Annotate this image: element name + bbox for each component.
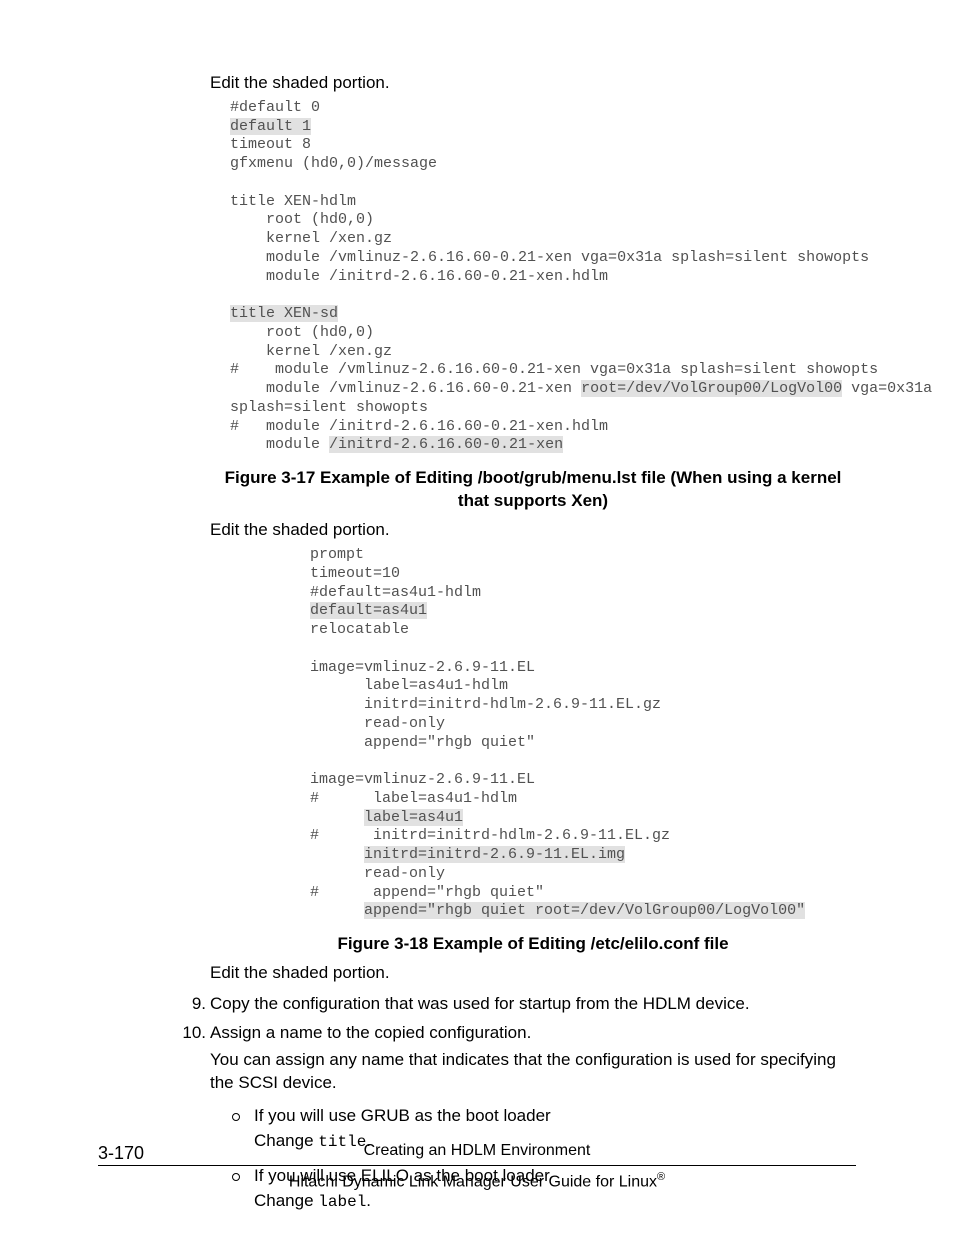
code-line: relocatable: [310, 621, 409, 638]
code-line: splash=silent showopts: [230, 399, 428, 416]
code-line: # module /initrd-2.6.16.60-0.21-xen.hdlm: [230, 418, 608, 435]
figure-caption-3-18: Figure 3-18 Example of Editing /etc/elil…: [210, 933, 856, 956]
code-span-shaded: append="rhgb quiet root=/dev/VolGroup00/…: [364, 902, 805, 919]
code-line: module /vmlinuz-2.6.16.60-0.21-xen vga=0…: [230, 249, 869, 266]
code-line: # module /vmlinuz-2.6.16.60-0.21-xen vga…: [230, 361, 878, 378]
code-line: timeout 8: [230, 136, 311, 153]
code-span-shaded: initrd=initrd-2.6.9-11.EL.img: [364, 846, 625, 863]
code-line-shaded: title XEN-sd: [230, 305, 338, 322]
code-line: read-only: [310, 715, 445, 732]
code-line: module: [230, 436, 329, 453]
code-line: module /vmlinuz-2.6.16.60-0.21-xen: [230, 380, 581, 397]
step-number: 9.: [180, 993, 206, 1016]
code-line: vga=0x31a: [842, 380, 932, 397]
step-text: Copy the configuration that was used for…: [210, 993, 856, 1016]
figure-caption-3-17: Figure 3-17 Example of Editing /boot/gru…: [210, 467, 856, 513]
code-span-shaded: root=/dev/VolGroup00/LogVol00: [581, 380, 842, 397]
code-line: append="rhgb quiet": [310, 734, 535, 751]
code-line: timeout=10: [310, 565, 400, 582]
step-number: 10.: [180, 1022, 206, 1045]
bullet-text: If you will use GRUB as the boot loader: [254, 1105, 856, 1128]
code-line: image=vmlinuz-2.6.9-11.EL: [310, 659, 535, 676]
bullet-pre: Change: [254, 1191, 318, 1210]
code-line: image=vmlinuz-2.6.9-11.EL: [310, 771, 535, 788]
code-line-shaded: default=as4u1: [310, 602, 427, 619]
inline-code-label: label: [318, 1193, 366, 1211]
code-block-grub: #default 0 default 1 timeout 8 gfxmenu (…: [230, 99, 856, 455]
code-line: root (hd0,0): [230, 324, 374, 341]
code-line: gfxmenu (hd0,0)/message: [230, 155, 437, 172]
step-body: Copy the configuration that was used for…: [210, 993, 856, 1016]
footer-line-1: Creating an HDLM Environment: [364, 1142, 591, 1159]
bullet-post: .: [366, 1191, 371, 1210]
code-line: # label=as4u1-hdlm: [310, 790, 517, 807]
code-line: label=as4u1-hdlm: [310, 677, 508, 694]
step-text: Assign a name to the copied configuratio…: [210, 1022, 856, 1045]
registered-mark: ®: [657, 1171, 665, 1183]
intro-text-3: Edit the shaded portion.: [210, 962, 856, 985]
page-footer: Creating an HDLM Environment Hitachi Dyn…: [0, 1140, 954, 1193]
step-9: 9. Copy the configuration that was used …: [180, 993, 856, 1016]
code-line: module /initrd-2.6.16.60-0.21-xen.hdlm: [230, 268, 608, 285]
code-line: [310, 809, 364, 826]
code-line: kernel /xen.gz: [230, 343, 392, 360]
code-line: title XEN-hdlm: [230, 193, 356, 210]
code-span-shaded: label=as4u1: [364, 809, 463, 826]
code-span-shaded: /initrd-2.6.16.60-0.21-xen: [329, 436, 563, 453]
page-body: Edit the shaded portion. #default 0 defa…: [0, 0, 954, 1235]
footer-line-2: Hitachi Dynamic Link Manager User Guide …: [289, 1173, 657, 1190]
code-line: initrd=initrd-hdlm-2.6.9-11.EL.gz: [310, 696, 661, 713]
intro-text-1: Edit the shaded portion.: [210, 72, 856, 95]
code-line: #default=as4u1-hdlm: [310, 584, 481, 601]
code-line: read-only: [310, 865, 445, 882]
code-line: root (hd0,0): [230, 211, 374, 228]
code-line: prompt: [310, 546, 364, 563]
code-line-shaded: default 1: [230, 118, 311, 135]
code-line: # initrd=initrd-hdlm-2.6.9-11.EL.gz: [310, 827, 670, 844]
code-block-elilo: prompt timeout=10 #default=as4u1-hdlm de…: [310, 546, 856, 921]
bullet-text: Change label.: [254, 1190, 856, 1214]
code-line: [310, 846, 364, 863]
step-text: You can assign any name that indicates t…: [210, 1049, 856, 1095]
code-line: # append="rhgb quiet": [310, 884, 544, 901]
footer-rule: [98, 1165, 856, 1166]
code-line: [310, 902, 364, 919]
intro-text-2: Edit the shaded portion.: [210, 519, 856, 542]
code-line: kernel /xen.gz: [230, 230, 392, 247]
code-line: #default 0: [230, 99, 320, 116]
